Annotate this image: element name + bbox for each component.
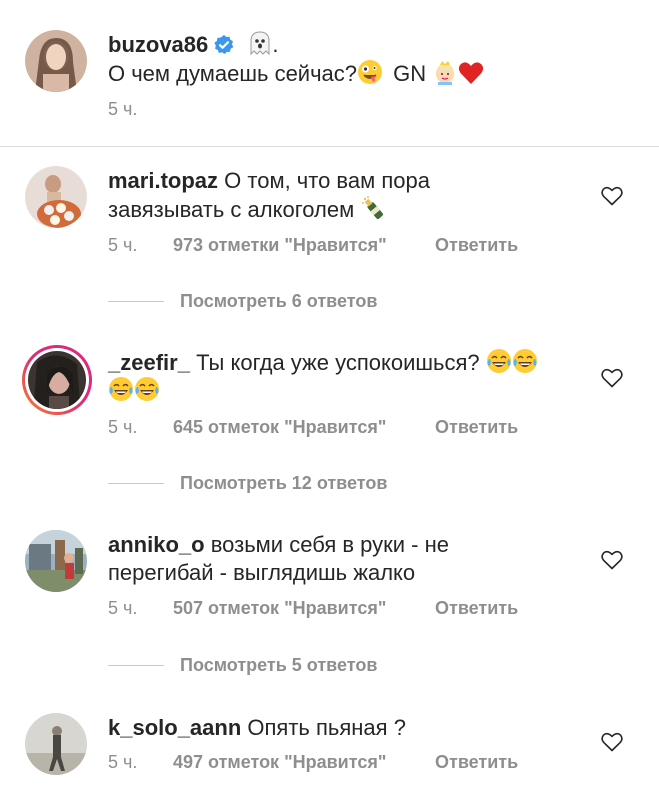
view-replies-line	[108, 300, 164, 302]
comment-text: _zeefir_ Ты когда уже успокоишься?	[108, 348, 538, 382]
comment-text	[108, 376, 160, 410]
comment-meta: 5 ч. 973 отметки "Нравится" Ответить	[108, 234, 518, 256]
champagne-emoji	[360, 195, 386, 229]
heart-outline-icon[interactable]	[601, 550, 623, 570]
tears-of-joy-emoji	[108, 376, 134, 410]
caption-gn: GN	[393, 61, 427, 86]
comment-meta: 5 ч. 507 отметок "Нравится" Ответить	[108, 597, 518, 619]
caption-line2: О чем думаешь сейчас? GN	[108, 59, 484, 93]
avatar[interactable]	[25, 530, 87, 592]
red-heart-emoji	[458, 61, 484, 93]
view-replies-line	[108, 482, 164, 484]
likes-count-button[interactable]: 497 отметок "Нравится"	[173, 751, 435, 773]
comment-username[interactable]: k_solo_aann	[108, 715, 241, 740]
view-replies-button[interactable]: Посмотреть 6 ответов	[108, 290, 377, 312]
comment-text: завязывать с алкоголем	[108, 195, 386, 229]
avatar[interactable]	[25, 713, 87, 775]
comment-meta: 5 ч. 497 отметок "Нравится" Ответить	[108, 751, 518, 773]
comment-text: mari.topaz О том, что вам пора	[108, 166, 430, 196]
post-time: 5 ч.	[108, 98, 137, 120]
comment-meta: 5 ч. 645 отметок "Нравится" Ответить	[108, 416, 518, 438]
post-time-text: 5 ч.	[108, 99, 138, 119]
comment-text-line1: Опять пьяная ?	[247, 715, 406, 740]
reply-button[interactable]: Ответить	[435, 597, 518, 619]
post-username[interactable]: buzova86	[108, 32, 208, 57]
reply-button[interactable]: Ответить	[435, 416, 518, 438]
view-replies-button[interactable]: Посмотреть 5 ответов	[108, 654, 377, 676]
comment-text-line1: О том, что вам пора	[224, 168, 430, 193]
heart-outline-icon[interactable]	[601, 368, 623, 388]
view-replies-text: Посмотреть 6 ответов	[180, 290, 378, 311]
view-replies-text: Посмотреть 5 ответов	[180, 654, 378, 675]
caption-text: О чем думаешь сейчас?	[108, 61, 358, 86]
heart-outline-icon[interactable]	[601, 186, 623, 206]
comment-text-line1: возьми себя в руки - не	[210, 532, 449, 557]
tears-of-joy-emoji	[486, 348, 512, 382]
comment-username[interactable]: mari.topaz	[108, 168, 218, 193]
caption-dot: .	[272, 32, 279, 57]
comment-text-line1: Ты когда уже успокоишься?	[196, 350, 480, 375]
view-replies-button[interactable]: Посмотреть 12 ответов	[108, 472, 387, 494]
tears-of-joy-emoji	[134, 376, 160, 410]
divider	[0, 146, 659, 147]
comment-time: 5 ч.	[108, 235, 138, 255]
likes-count-button[interactable]: 973 отметки "Нравится"	[173, 234, 435, 256]
view-replies-text: Посмотреть 12 ответов	[180, 472, 388, 493]
comment-text: перегибай - выглядишь жалко	[108, 558, 415, 588]
view-replies-line	[108, 664, 164, 666]
comment-text-line2: завязывать с алкоголем	[108, 197, 355, 222]
reply-button[interactable]: Ответить	[435, 234, 518, 256]
comment-username[interactable]: _zeefir_	[108, 350, 190, 375]
reply-button[interactable]: Ответить	[435, 751, 518, 773]
likes-count-button[interactable]: 645 отметок "Нравится"	[173, 416, 435, 438]
avatar[interactable]	[21, 344, 93, 416]
comment-text-line2: перегибай - выглядишь жалко	[108, 560, 416, 585]
tears-of-joy-emoji	[512, 348, 538, 382]
comment-time: 5 ч.	[108, 417, 138, 437]
comment-time: 5 ч.	[108, 752, 138, 772]
princess-emoji	[432, 59, 458, 93]
comment-text: k_solo_aann Опять пьяная ?	[108, 713, 406, 743]
zany-face-emoji	[357, 59, 383, 93]
comment-time: 5 ч.	[108, 598, 138, 618]
heart-outline-icon[interactable]	[601, 732, 623, 752]
avatar[interactable]	[25, 166, 87, 228]
post-caption: buzova86 . О чем думаешь сейчас? GN 5 ч.	[0, 0, 659, 146]
likes-count-button[interactable]: 507 отметок "Нравится"	[173, 597, 435, 619]
comment-text: anniko_o возьми себя в руки - не	[108, 530, 449, 560]
comment-username[interactable]: anniko_o	[108, 532, 205, 557]
avatar[interactable]	[25, 30, 87, 92]
